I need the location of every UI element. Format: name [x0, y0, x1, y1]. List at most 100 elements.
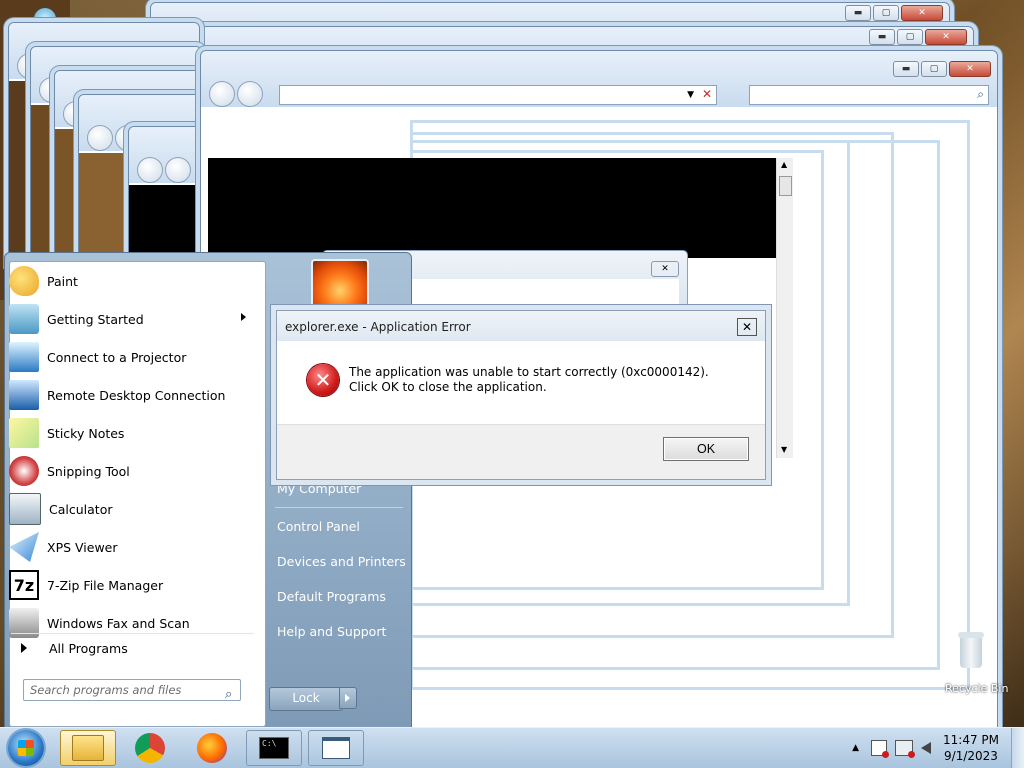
start-program-projector[interactable]: Connect to a Projector — [9, 339, 254, 375]
submenu-arrow-icon — [241, 313, 246, 321]
action-center-icon[interactable] — [871, 740, 889, 758]
close-button[interactable]: ✕ — [901, 5, 943, 21]
back-button[interactable] — [209, 81, 235, 107]
lock-arrow-icon — [345, 694, 350, 702]
chrome-icon — [135, 733, 165, 763]
small-window-close-button[interactable]: ✕ — [651, 261, 679, 277]
right-divider — [275, 507, 403, 508]
all-programs-button[interactable]: All Programs — [11, 633, 254, 662]
start-program-label: Remote Desktop Connection — [47, 387, 226, 403]
scroll-down-arrow[interactable]: ▼ — [781, 445, 787, 454]
maximize-button[interactable]: ▢ — [873, 5, 899, 21]
paint-icon — [9, 266, 39, 296]
network-icon[interactable] — [895, 740, 915, 758]
address-bar[interactable]: ▼ ✕ — [279, 85, 717, 105]
taskbar-app-button[interactable] — [308, 730, 364, 766]
start-program-label: Getting Started — [47, 311, 144, 327]
address-clear-icon[interactable]: ✕ — [702, 87, 712, 101]
start-search-input[interactable]: Search programs and files — [23, 679, 241, 701]
taskbar-explorer-button[interactable] — [60, 730, 116, 766]
recycle-bin-label: Recycle Bin — [945, 682, 1009, 695]
start-program-paint[interactable]: Paint — [9, 263, 254, 299]
clock[interactable]: 11:47 PM 9/1/2023 — [943, 732, 999, 764]
windows-logo-icon — [18, 740, 34, 756]
error-icon: ✕ — [307, 364, 339, 396]
start-program-label: Paint — [47, 273, 78, 289]
start-program-label: Calculator — [49, 501, 113, 517]
error-dialog: explorer.exe - Application Error ✕ ✕ The… — [276, 310, 766, 480]
address-dropdown-icon[interactable]: ▼ — [687, 90, 694, 100]
recycle-bin-icon[interactable] — [956, 632, 986, 672]
dialog-titlebar: explorer.exe - Application Error ✕ — [277, 311, 765, 341]
taskbar-firefox-button[interactable] — [184, 730, 240, 766]
minimize-button[interactable]: ▬ — [845, 5, 871, 21]
taskbar-cmd-button[interactable]: C:\ — [246, 730, 302, 766]
start-program-calculator[interactable]: Calculator — [9, 491, 254, 527]
projector-icon — [9, 342, 39, 372]
right-item-control-panel[interactable]: Control Panel — [277, 519, 360, 534]
start-button[interactable] — [8, 730, 44, 766]
snipping-tool-icon — [9, 456, 39, 486]
back-button[interactable] — [137, 157, 163, 183]
start-program-remote-desktop[interactable]: Remote Desktop Connection — [9, 377, 254, 413]
lock-options-button[interactable] — [339, 687, 357, 709]
forward-button[interactable] — [165, 157, 191, 183]
right-item-devices-printers[interactable]: Devices and Printers — [277, 554, 406, 569]
taskbar-chrome-button[interactable] — [122, 730, 178, 766]
scrollbar[interactable]: ▲ ▼ — [776, 158, 793, 458]
getting-started-icon — [9, 304, 39, 334]
system-tray: ▲ 11:47 PM 9/1/2023 — [852, 728, 1024, 768]
folder-icon — [72, 735, 104, 761]
xps-viewer-icon — [9, 532, 39, 562]
cmd-icon: C:\ — [259, 737, 289, 759]
app-window-icon — [322, 737, 350, 759]
start-program-label: Sticky Notes — [47, 425, 125, 441]
start-program-7zip[interactable]: 7z 7-Zip File Manager — [9, 567, 254, 603]
scroll-up-arrow[interactable]: ▲ — [781, 160, 787, 169]
start-program-label: 7-Zip File Manager — [47, 577, 164, 593]
start-program-label: Windows Fax and Scan — [47, 615, 190, 631]
start-program-label: Snipping Tool — [47, 463, 130, 479]
start-program-xps-viewer[interactable]: XPS Viewer — [9, 529, 254, 565]
maximize-button[interactable]: ▢ — [921, 61, 947, 77]
all-programs-arrow-icon — [21, 643, 27, 653]
right-item-help-support[interactable]: Help and Support — [277, 624, 386, 639]
ok-button[interactable]: OK — [663, 437, 749, 461]
close-button[interactable]: ✕ — [949, 61, 991, 77]
calculator-icon — [9, 493, 41, 525]
start-program-getting-started[interactable]: Getting Started — [9, 301, 254, 337]
taskbar: C:\ ▲ 11:47 PM 9/1/2023 — [0, 727, 1024, 768]
minimize-button[interactable]: ▬ — [869, 29, 895, 45]
firefox-icon — [197, 733, 227, 763]
dialog-message: The application was unable to start corr… — [349, 365, 709, 394]
sticky-notes-icon — [9, 418, 39, 448]
back-button[interactable] — [87, 125, 113, 151]
clock-time: 11:47 PM — [943, 733, 999, 747]
start-search-icon[interactable]: ⌕ — [225, 687, 232, 702]
remote-desktop-icon — [9, 380, 39, 410]
start-program-label: Connect to a Projector — [47, 349, 187, 365]
search-box[interactable]: ⌕ — [749, 85, 989, 105]
right-item-default-programs[interactable]: Default Programs — [277, 589, 386, 604]
black-content-panel — [208, 158, 776, 258]
start-program-sticky-notes[interactable]: Sticky Notes — [9, 415, 254, 451]
forward-button[interactable] — [237, 81, 263, 107]
scroll-thumb[interactable] — [779, 176, 792, 196]
dialog-button-bar: OK — [277, 424, 765, 479]
lock-button[interactable]: Lock — [269, 687, 343, 711]
maximize-button[interactable]: ▢ — [897, 29, 923, 45]
minimize-button[interactable]: ▬ — [893, 61, 919, 77]
close-button[interactable]: ✕ — [925, 29, 967, 45]
clock-date: 9/1/2023 — [944, 749, 998, 763]
dialog-close-button[interactable]: ✕ — [737, 318, 757, 336]
dialog-title: explorer.exe - Application Error — [285, 320, 471, 334]
show-hidden-icons[interactable]: ▲ — [852, 743, 859, 753]
right-item-my-computer[interactable]: My Computer — [277, 481, 361, 496]
volume-icon[interactable] — [921, 742, 931, 754]
user-picture[interactable] — [311, 259, 369, 317]
search-icon: ⌕ — [977, 87, 984, 101]
start-program-label: XPS Viewer — [47, 539, 118, 555]
7zip-icon: 7z — [9, 570, 39, 600]
show-desktop-button[interactable] — [1011, 728, 1024, 768]
start-program-snipping-tool[interactable]: Snipping Tool — [9, 453, 254, 489]
